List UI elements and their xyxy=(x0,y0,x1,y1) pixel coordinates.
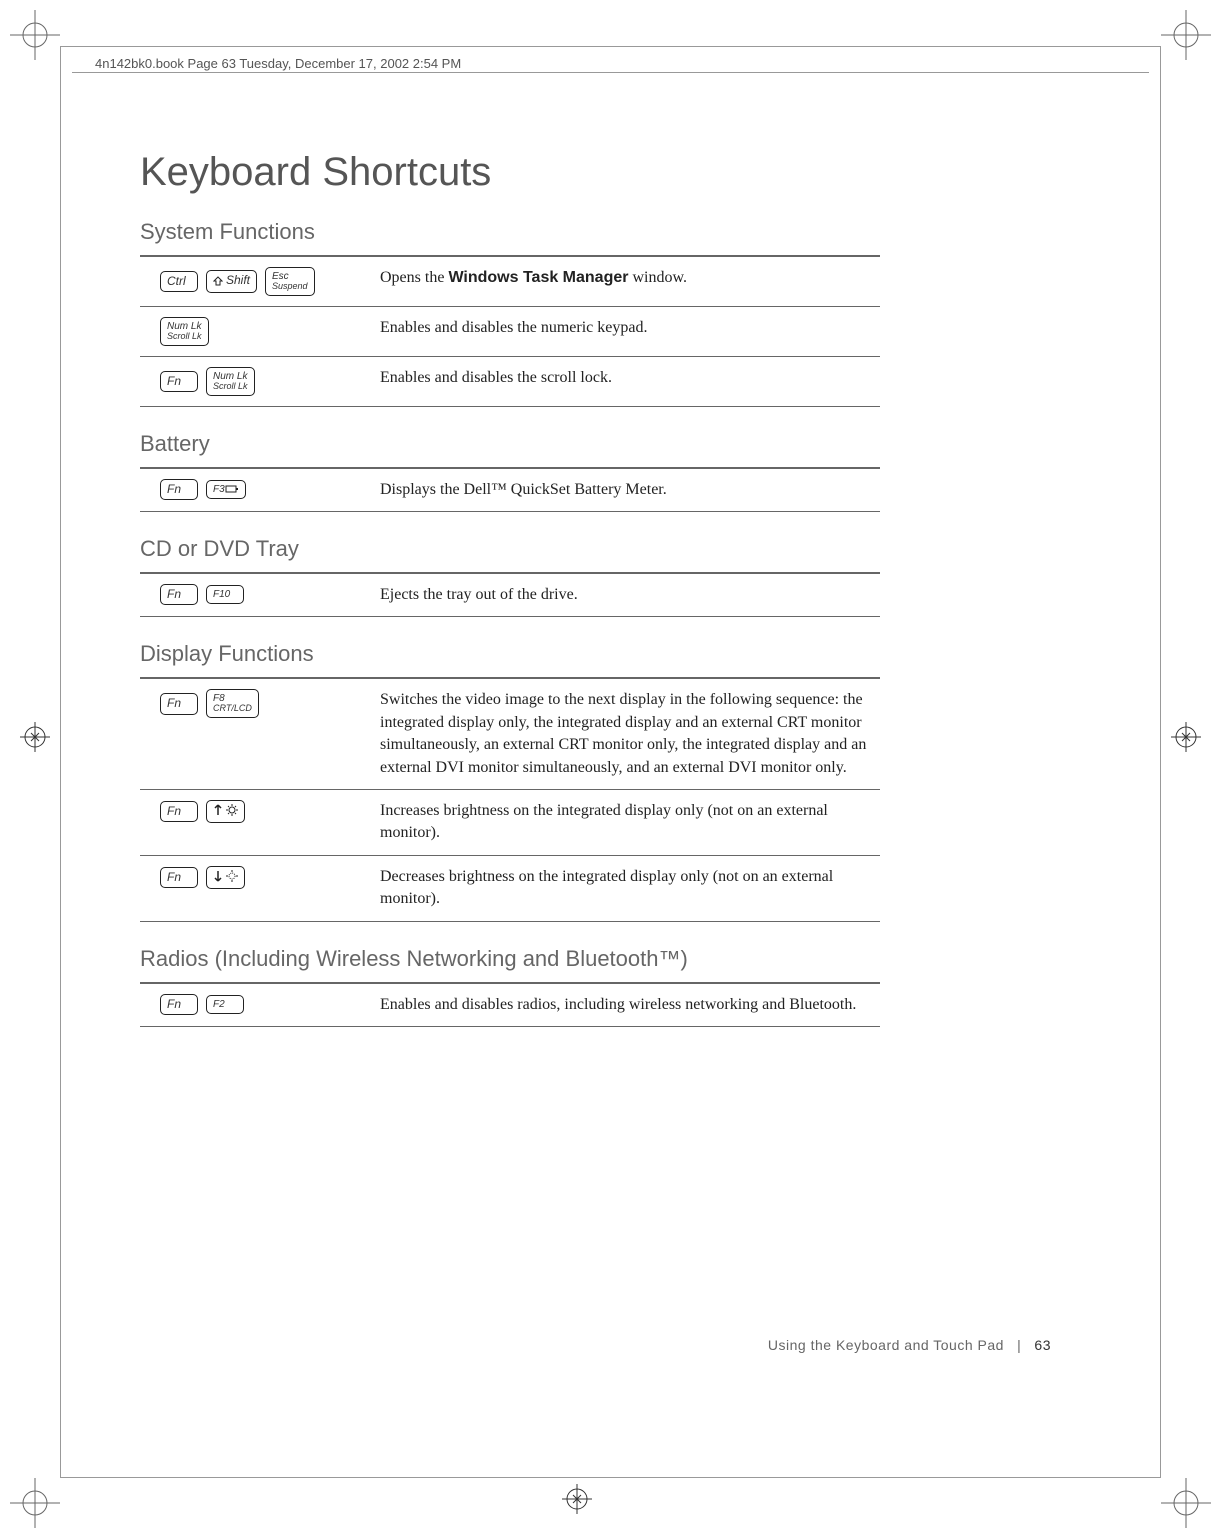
crop-mark-br xyxy=(1161,1478,1211,1528)
heading-battery: Battery xyxy=(140,431,880,457)
table-row: Num LkScroll Lk Enables and disables the… xyxy=(140,306,880,356)
crop-mark-tr xyxy=(1161,10,1211,60)
footer-section: Using the Keyboard and Touch Pad xyxy=(768,1337,1004,1353)
heading-tray: CD or DVD Tray xyxy=(140,536,880,562)
crop-mark-bl xyxy=(10,1478,60,1528)
key-fn: Fn xyxy=(160,801,198,822)
desc-task-manager: Opens the Windows Task Manager window. xyxy=(380,256,880,306)
table-row: Fn Decreases brightness on the integrate… xyxy=(140,855,880,921)
table-row: Fn Num LkScroll Lk Enables and disables … xyxy=(140,356,880,406)
heading-display: Display Functions xyxy=(140,641,880,667)
page-title: Keyboard Shortcuts xyxy=(140,150,880,195)
page-content: Keyboard Shortcuts System Functions Ctrl… xyxy=(140,150,880,1027)
sun-icon xyxy=(226,804,238,816)
desc-brightness-up: Increases brightness on the integrated d… xyxy=(380,790,880,856)
key-esc-bot: Suspend xyxy=(272,282,308,292)
register-left xyxy=(18,720,52,754)
key-numlk: Num LkScroll Lk xyxy=(206,367,255,396)
key-f10: F10 xyxy=(206,585,244,604)
table-row: Fn F2 Enables and disables radios, inclu… xyxy=(140,983,880,1027)
key-esc: EscSuspend xyxy=(265,267,315,296)
register-bottom xyxy=(560,1482,594,1516)
crop-mark-tl xyxy=(10,10,60,60)
desc-eject: Ejects the tray out of the drive. xyxy=(380,573,880,617)
key-numlk: Num LkScroll Lk xyxy=(160,317,209,346)
heading-radios: Radios (Including Wireless Networking an… xyxy=(140,946,880,972)
page-footer: Using the Keyboard and Touch Pad | 63 xyxy=(768,1337,1051,1353)
key-f3: F3 xyxy=(206,480,246,499)
desc-numeric: Enables and disables the numeric keypad. xyxy=(380,306,880,356)
desc-scroll-lock: Enables and disables the scroll lock. xyxy=(380,356,880,406)
key-brightness-down xyxy=(206,866,245,889)
table-display: Fn F8CRT/LCD Switches the video image to… xyxy=(140,677,880,921)
table-row: Fn F3 Displays the Dell™ QuickSet Batter… xyxy=(140,468,880,512)
table-system: Ctrl Shift EscSuspend Opens the Windows … xyxy=(140,255,880,407)
key-f8: F8CRT/LCD xyxy=(206,689,259,718)
book-header: 4n142bk0.book Page 63 Tuesday, December … xyxy=(95,56,461,71)
footer-sep: | xyxy=(1017,1337,1021,1353)
shift-arrow-icon xyxy=(213,276,223,286)
key-shift: Shift xyxy=(206,270,257,293)
table-radios: Fn F2 Enables and disables radios, inclu… xyxy=(140,982,880,1027)
key-fn: Fn xyxy=(160,479,198,500)
heading-system: System Functions xyxy=(140,219,880,245)
key-fn: Fn xyxy=(160,584,198,605)
key-numlk-bot: Scroll Lk xyxy=(167,332,202,342)
key-fn: Fn xyxy=(160,867,198,888)
arrow-down-icon xyxy=(213,870,223,882)
key-fn: Fn xyxy=(160,371,198,392)
table-row: Fn Increases brightness on the integrate… xyxy=(140,790,880,856)
page-number: 63 xyxy=(1034,1337,1051,1353)
table-row: Ctrl Shift EscSuspend Opens the Windows … xyxy=(140,256,880,306)
key-fn: Fn xyxy=(160,994,198,1015)
battery-icon xyxy=(225,485,239,493)
key-f2: F2 xyxy=(206,995,244,1014)
table-tray: Fn F10 Ejects the tray out of the drive. xyxy=(140,572,880,617)
table-row: Fn F8CRT/LCD Switches the video image to… xyxy=(140,678,880,789)
table-row: Fn F10 Ejects the tray out of the drive. xyxy=(140,573,880,617)
key-ctrl: Ctrl xyxy=(160,271,198,292)
sun-icon xyxy=(226,870,238,882)
desc-radios: Enables and disables radios, including w… xyxy=(380,983,880,1027)
key-fn: Fn xyxy=(160,693,198,714)
desc-battery: Displays the Dell™ QuickSet Battery Mete… xyxy=(380,468,880,512)
key-brightness-up xyxy=(206,800,245,823)
arrow-up-icon xyxy=(213,804,223,816)
table-battery: Fn F3 Displays the Dell™ QuickSet Batter… xyxy=(140,467,880,512)
header-rule xyxy=(72,72,1149,73)
register-right xyxy=(1169,720,1203,754)
desc-brightness-down: Decreases brightness on the integrated d… xyxy=(380,855,880,921)
desc-video-switch: Switches the video image to the next dis… xyxy=(380,678,880,789)
key-shift-label: Shift xyxy=(226,274,250,287)
